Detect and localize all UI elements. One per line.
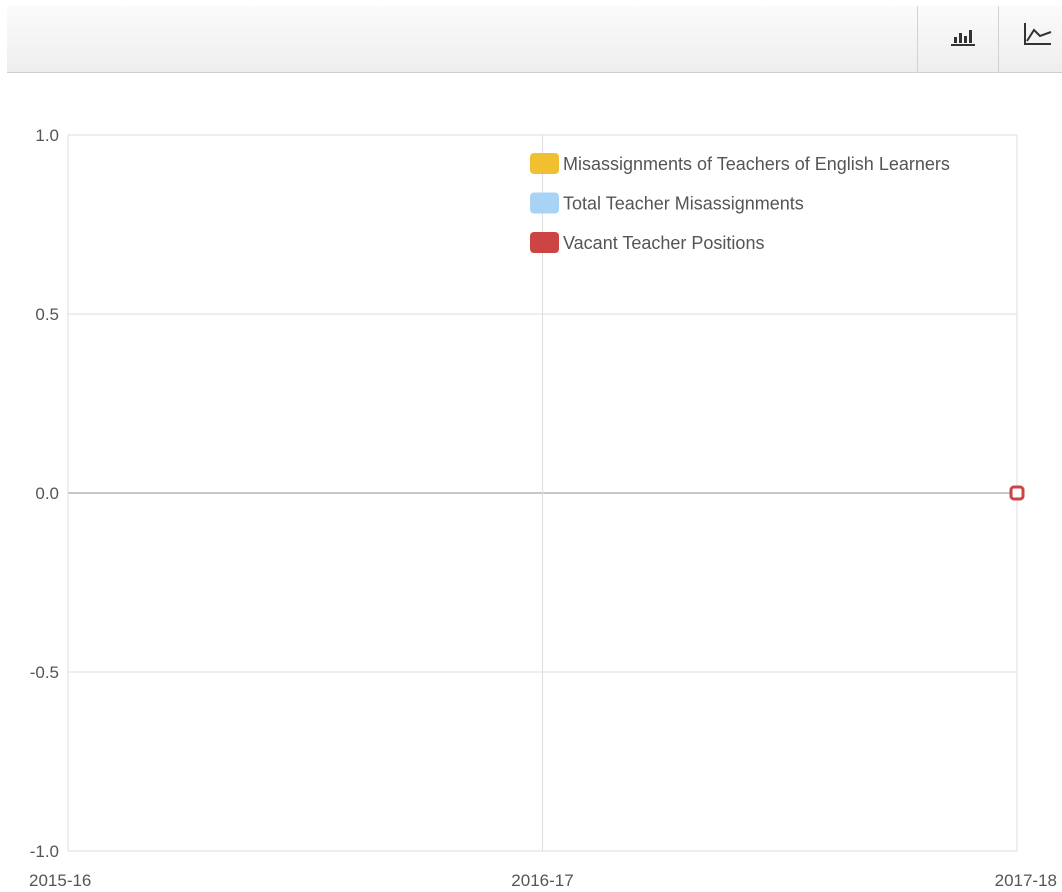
legend-swatch bbox=[530, 153, 559, 174]
y-tick-label: 1.0 bbox=[35, 126, 59, 145]
legend-swatch bbox=[530, 192, 559, 214]
y-tick-label: -1.0 bbox=[30, 842, 59, 861]
chart-legend: Misassignments of Teachers of English Le… bbox=[530, 153, 950, 253]
x-tick-label: 2015-16 bbox=[29, 871, 91, 890]
line-chart: 1.00.50.0-0.5-1.0 2015-16 2016-17 2017-18 … bbox=[29, 126, 1057, 890]
legend-swatch bbox=[530, 232, 559, 253]
y-tick-label: -0.5 bbox=[30, 663, 59, 682]
y-tick-label: 0.5 bbox=[35, 305, 59, 324]
legend-item[interactable]: Total Teacher Misassignments bbox=[530, 192, 804, 214]
data-point[interactable] bbox=[1009, 485, 1025, 501]
legend-item[interactable]: Misassignments of Teachers of English Le… bbox=[530, 153, 950, 174]
x-tick-label: 2016-17 bbox=[511, 871, 573, 890]
legend-label: Vacant Teacher Positions bbox=[563, 233, 764, 253]
legend-label: Total Teacher Misassignments bbox=[563, 194, 804, 214]
x-tick-label: 2017-18 bbox=[995, 871, 1057, 890]
y-axis-ticks: 1.0 0.5 0.0 -0.5 -1.0 bbox=[30, 126, 59, 861]
y-tick-label: 0.0 bbox=[35, 484, 59, 503]
legend-label: Misassignments of Teachers of English Le… bbox=[563, 154, 950, 174]
legend-item[interactable]: Vacant Teacher Positions bbox=[530, 232, 764, 253]
data-points bbox=[1009, 485, 1025, 501]
x-axis-ticks: 2015-16 2016-17 2017-18 bbox=[29, 871, 1057, 890]
